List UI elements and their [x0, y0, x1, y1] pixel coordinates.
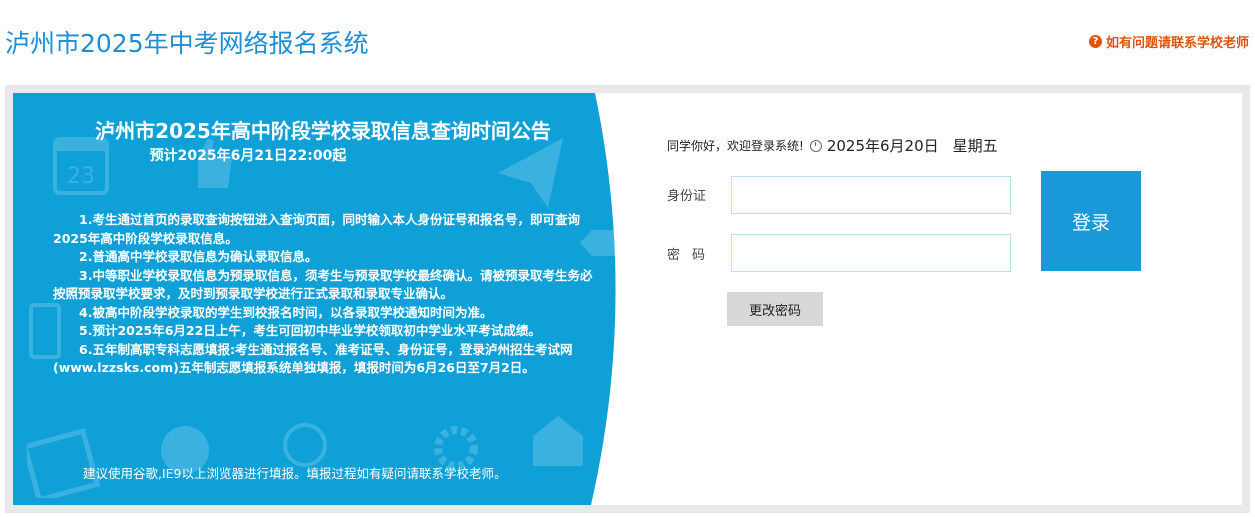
- notice-paragraph: 2.普通高中学校录取信息为确认录取信息。: [79, 249, 318, 264]
- question-circle-icon: ?: [1088, 35, 1102, 48]
- notice-subtitle: 预计2025年6月21日22:00起: [149, 148, 347, 164]
- id-card-input[interactable]: [731, 176, 1011, 214]
- login-panel: 同学你好，欢迎登录系统! 2025年6月20日 星期五 身份证 密码 登录 更改…: [633, 93, 1242, 505]
- current-weekday: 星期五: [952, 137, 998, 155]
- help-link[interactable]: ? 如有问题请联系学校老师: [1088, 32, 1249, 51]
- notice-body: 1.考生通过首页的录取查询按钮进入查询页面，同时输入本人身份证号和报名号，即可查…: [53, 211, 593, 378]
- share-icon: [498, 138, 563, 208]
- notice-paragraph: 1.考生通过首页的录取查询按钮进入查询页面，同时输入本人身份证号和报名号，即可查…: [53, 212, 580, 246]
- notice-paragraph: 5.预计2025年6月22日上午，考生可回初中毕业学校领取初中学业水平考试成绩。: [79, 323, 541, 338]
- main-frame: 23 泸州市2025年高中阶段学校录取信息查询时间公告 预计2025年6月21日…: [5, 85, 1250, 513]
- site-title: 泸州市2025年中考网络报名系统: [5, 29, 369, 58]
- clock-icon: [809, 139, 822, 152]
- svg-text:23: 23: [67, 164, 95, 189]
- notice-panel: 23 泸州市2025年高中阶段学校录取信息查询时间公告 预计2025年6月21日…: [13, 93, 633, 505]
- change-password-button[interactable]: 更改密码: [727, 292, 823, 326]
- main-panel: 23 泸州市2025年高中阶段学校录取信息查询时间公告 预计2025年6月21日…: [13, 93, 1242, 505]
- login-button[interactable]: 登录: [1041, 171, 1141, 271]
- id-card-label: 身份证: [667, 189, 707, 204]
- mail-icon: [533, 416, 583, 466]
- welcome-line: 同学你好，欢迎登录系统! 2025年6月20日 星期五: [667, 135, 998, 156]
- notice-paragraph: 6.五年制高职专科志愿填报:考生通过报名号、准考证号、身份证号，登录泸州招生考试…: [53, 341, 573, 376]
- notice-title: 泸州市2025年高中阶段学校录取信息查询时间公告: [95, 119, 551, 143]
- browser-recommendation: 建议使用谷歌,IE9以上浏览器进行填报。填报过程如有疑问请联系学校老师。: [83, 466, 507, 481]
- notice-paragraph: 3.中等职业学校录取信息为预录取信息，须考生与预录取学校最终确认。请被预录取考生…: [53, 267, 593, 302]
- password-label: 密码: [667, 248, 718, 263]
- notice-paragraph: 4.被高中阶段学校录取的学生到校报名时间，以各录取学校通知时间为准。: [79, 304, 493, 320]
- globe-icon: [283, 423, 327, 467]
- password-input[interactable]: [731, 234, 1011, 272]
- current-date: 2025年6月20日: [826, 137, 939, 155]
- welcome-text: 同学你好，欢迎登录系统!: [667, 139, 804, 153]
- header: 泸州市2025年中考网络报名系统 ? 如有问题请联系学校老师: [0, 0, 1255, 84]
- help-link-label: 如有问题请联系学校老师: [1105, 36, 1249, 51]
